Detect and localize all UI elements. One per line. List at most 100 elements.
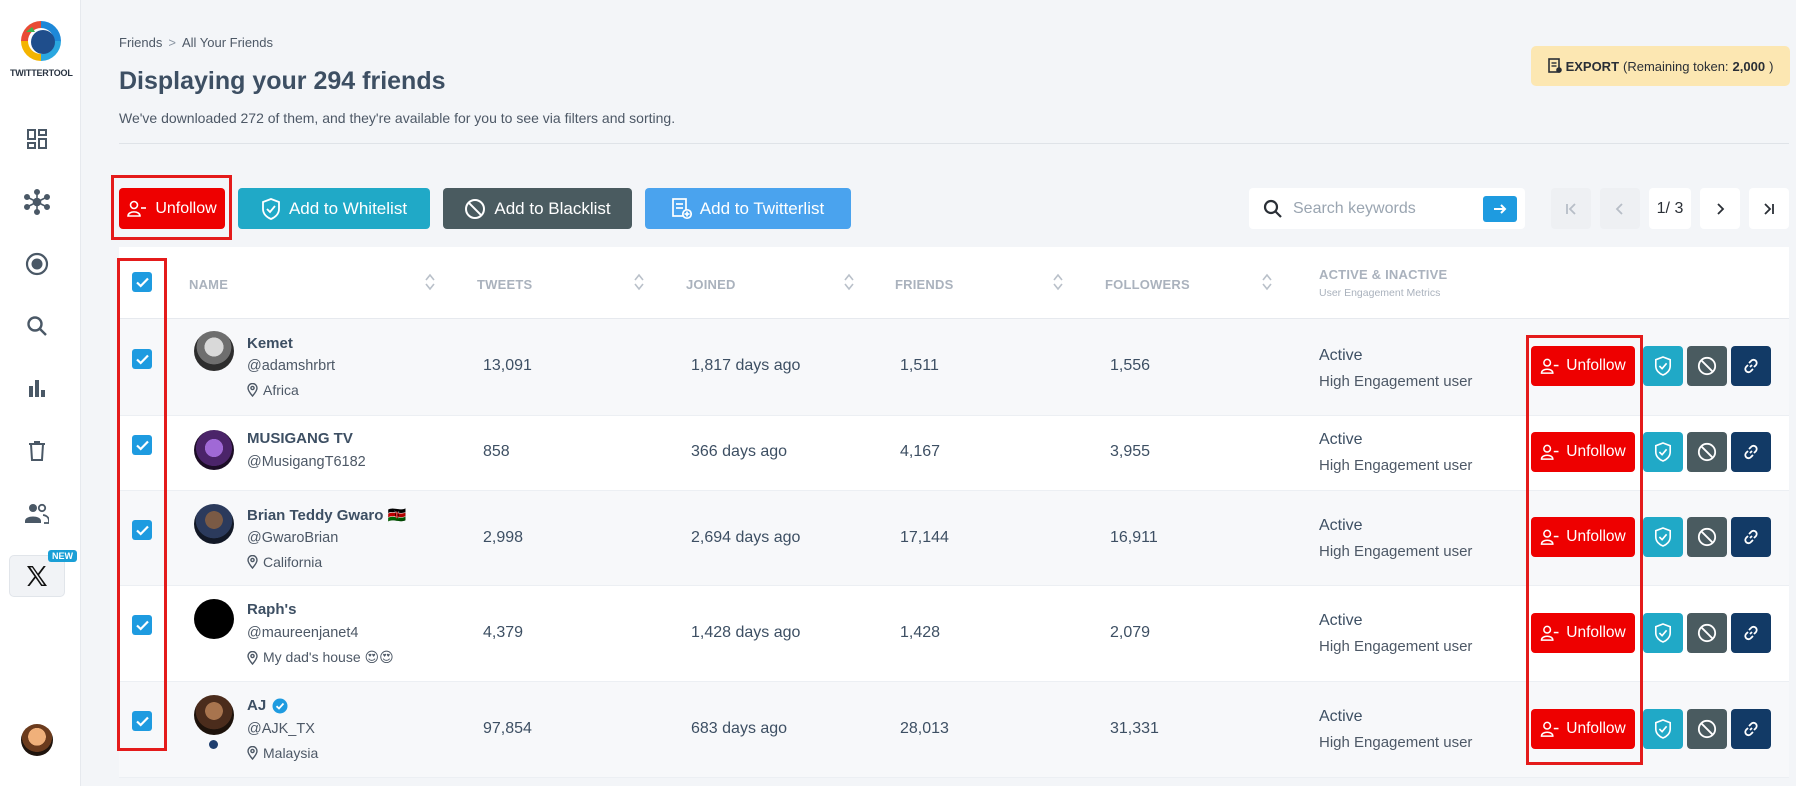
twitterlist-label: Add to Twitterlist [699, 198, 825, 218]
whitelist-button[interactable] [1643, 709, 1683, 749]
chevron-right-icon [1717, 202, 1725, 215]
unfollow-button[interactable]: Unfollow [1531, 432, 1635, 472]
breadcrumb-all-friends: All Your Friends [181, 35, 274, 50]
table-row: MUSIGANG TV @MusigangT6182 858 366 days … [119, 416, 1789, 491]
column-header-followers[interactable]: FOLLOWERS [1105, 277, 1190, 292]
profile-link-button[interactable] [1731, 709, 1771, 749]
users-icon[interactable] [20, 496, 54, 530]
blacklist-button[interactable] [1687, 432, 1727, 472]
checkmark-icon [135, 440, 149, 451]
trash-icon[interactable] [20, 434, 54, 468]
app-logo[interactable]: TWITTERTOOL [10, 18, 73, 78]
unfollow-button[interactable]: Unfollow [1531, 346, 1635, 386]
column-header-name[interactable]: NAME [189, 277, 228, 292]
export-button[interactable]: EXPORT (Remaining token: 2,000) [1531, 46, 1790, 86]
avatar[interactable] [194, 430, 234, 470]
whitelist-button[interactable] [1643, 346, 1683, 386]
sort-followers-icon[interactable] [1262, 273, 1272, 291]
sort-joined-icon[interactable] [844, 273, 854, 291]
ban-icon [1697, 356, 1717, 376]
row-checkbox[interactable] [132, 435, 152, 455]
add-to-whitelist-button[interactable]: Add to Whitelist [238, 188, 430, 229]
row-checkbox[interactable] [132, 349, 152, 369]
ban-icon [1697, 442, 1717, 462]
add-to-twitterlist-button[interactable]: Add to Twitterlist [645, 188, 851, 229]
column-header-tweets[interactable]: TWEETS [477, 277, 532, 292]
user-handle[interactable]: @GwaroBrian [247, 530, 338, 546]
blacklist-button[interactable] [1687, 709, 1727, 749]
user-name[interactable]: Kemet [247, 335, 293, 352]
unfollow-label: Unfollow [1566, 443, 1626, 460]
row-checkbox[interactable] [132, 615, 152, 635]
user-name[interactable]: Raph's [247, 601, 296, 618]
sort-friends-icon[interactable] [1053, 273, 1063, 291]
user-minus-icon [1541, 625, 1559, 641]
bar-chart-icon[interactable] [20, 371, 54, 405]
prev-page-button[interactable] [1600, 188, 1640, 229]
list-add-icon [671, 197, 692, 219]
search-icon[interactable] [20, 309, 54, 343]
sort-tweets-icon[interactable] [634, 273, 644, 291]
network-icon[interactable] [20, 185, 54, 219]
unfollow-button[interactable]: Unfollow [1531, 709, 1635, 749]
shield-check-icon [1654, 719, 1672, 739]
page-indicator: 1/ 3 [1649, 188, 1691, 229]
sort-name-icon[interactable] [425, 273, 435, 291]
last-page-button[interactable] [1749, 188, 1789, 229]
friends-count: 17,144 [900, 529, 949, 546]
search-submit-button[interactable] [1483, 196, 1517, 222]
profile-link-button[interactable] [1731, 346, 1771, 386]
user-location-text: California [263, 554, 323, 570]
location-pin-icon [247, 650, 258, 665]
arrow-right-icon [1494, 204, 1507, 214]
joined-value: 1,428 days ago [691, 624, 801, 641]
search-input[interactable] [1293, 199, 1473, 218]
blacklist-button[interactable] [1687, 517, 1727, 557]
first-page-button[interactable] [1551, 188, 1591, 229]
bulk-unfollow-button[interactable]: Unfollow [119, 188, 225, 229]
blacklist-button[interactable] [1687, 346, 1727, 386]
next-page-button[interactable] [1700, 188, 1740, 229]
chevron-left-icon [1615, 202, 1623, 215]
unfollow-button[interactable]: Unfollow [1531, 517, 1635, 557]
whitelist-button[interactable] [1643, 517, 1683, 557]
avatar[interactable] [194, 599, 234, 639]
blacklist-button[interactable] [1687, 613, 1727, 653]
column-header-joined[interactable]: JOINED [686, 277, 736, 292]
ban-icon [1697, 623, 1717, 643]
x-logo-icon [27, 566, 47, 586]
avatar[interactable] [194, 331, 234, 371]
friends-count: 4,167 [900, 443, 941, 460]
select-all-checkbox[interactable] [132, 272, 152, 292]
whitelist-button[interactable] [1643, 432, 1683, 472]
user-handle[interactable]: @MusigangT6182 [247, 454, 366, 470]
user-name[interactable]: MUSIGANG TV [247, 430, 353, 447]
user-location-text: Malaysia [263, 745, 319, 761]
user-handle[interactable]: @maureenjanet4 [247, 625, 358, 641]
table-row: Raph's @maureenjanet4 My dad's house 😍😍 … [119, 586, 1789, 682]
breadcrumb-friends[interactable]: Friends [119, 35, 162, 50]
user-handle[interactable]: @adamshrbrt [247, 358, 335, 374]
row-checkbox[interactable] [132, 520, 152, 540]
column-header-friends[interactable]: FRIENDS [895, 277, 953, 292]
unfollow-button[interactable]: Unfollow [1531, 613, 1635, 653]
dashboard-icon[interactable] [20, 122, 54, 156]
unfollow-label: Unfollow [1566, 357, 1626, 374]
bulk-unfollow-label: Unfollow [155, 199, 217, 217]
followers-count: 1,556 [1110, 357, 1151, 374]
target-icon[interactable] [20, 247, 54, 281]
row-checkbox[interactable] [132, 711, 152, 731]
user-handle[interactable]: @AJK_TX [247, 721, 315, 737]
user-name[interactable]: Brian Teddy Gwaro 🇰🇪 [247, 506, 406, 524]
user-avatar[interactable] [21, 724, 53, 756]
add-to-blacklist-button[interactable]: Add to Blacklist [443, 188, 632, 229]
profile-link-button[interactable] [1731, 613, 1771, 653]
avatar[interactable] [194, 504, 234, 544]
user-name[interactable]: AJ [247, 697, 266, 714]
profile-link-button[interactable] [1731, 517, 1771, 557]
avatar[interactable] [194, 695, 234, 735]
whitelist-button[interactable] [1643, 613, 1683, 653]
column-header-activity-sub: User Engagement Metrics [1319, 287, 1441, 299]
sidebar: TWITTERTOOL NEW [0, 0, 81, 786]
profile-link-button[interactable] [1731, 432, 1771, 472]
